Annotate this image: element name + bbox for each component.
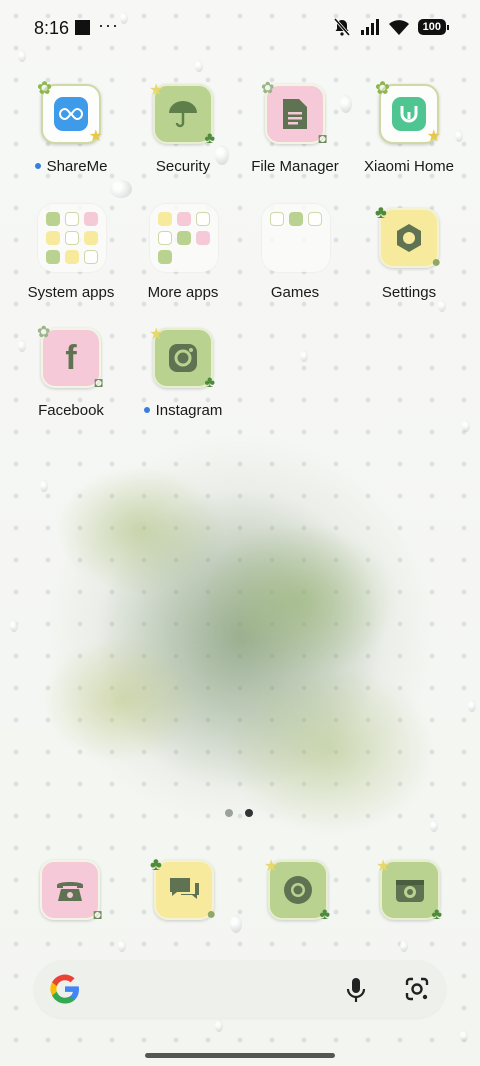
chrome-icon[interactable]: ★ ♣ <box>264 858 330 923</box>
star-decoration-icon: ★ <box>426 128 441 145</box>
star-decoration-icon: ★ <box>149 326 164 343</box>
app-label: Facebook <box>38 402 104 419</box>
clover-decoration-icon: ♣ <box>431 906 443 923</box>
battery-icon: 100 <box>417 19 450 35</box>
camera-decoration-icon: ◘ <box>93 906 102 922</box>
clock: 8:16 <box>34 18 70 38</box>
flower-decoration-icon: ✿ <box>261 80 275 97</box>
app-facebook[interactable]: f ✿ ◘ Facebook <box>16 324 126 438</box>
clover-decoration-icon: ♣ <box>150 854 162 874</box>
xiaomi-home-icon: ✿ ★ <box>375 78 441 145</box>
page-indicator[interactable] <box>225 809 253 817</box>
app-security[interactable]: ★ ♣ Security <box>128 82 238 194</box>
app-label: Security <box>155 158 211 175</box>
status-bar: 8:16 ··· 100 <box>0 0 480 56</box>
phone-icon[interactable]: ◘ <box>40 860 102 922</box>
wallpaper-clovers <box>0 380 480 880</box>
gear-icon: ♣ ● <box>375 202 441 271</box>
star-decoration-icon: ★ <box>149 82 164 99</box>
wifi-icon <box>388 20 409 35</box>
clover-decoration-icon: ♣ <box>319 906 331 923</box>
app-xiaomi-home[interactable]: ✿ ★ Xiaomi Home <box>354 78 464 194</box>
star-decoration-icon: ★ <box>264 858 279 875</box>
app-label: Instagram <box>155 402 223 419</box>
leaf-decoration-icon: ● <box>431 254 441 271</box>
app-file-manager[interactable]: ✿ ◘ File Manager <box>240 80 350 194</box>
app-label: Settings <box>381 284 437 301</box>
more-notifications-icon: ··· <box>98 15 119 35</box>
google-lens-icon[interactable] <box>404 976 430 1002</box>
bow-decoration-icon: ✿ <box>37 78 53 98</box>
folder-label: System apps <box>27 284 115 301</box>
camera-decoration-icon: ◘ <box>94 374 103 390</box>
clover-decoration-icon: ♣ <box>204 374 216 391</box>
camera-icon[interactable]: ★ ♣ <box>376 858 442 923</box>
app-label: ShareMe <box>46 158 108 175</box>
folder-games[interactable]: Games <box>240 204 350 314</box>
shareme-icon: ✿ ★ <box>37 78 103 145</box>
bow-decoration-icon: ✿ <box>375 78 391 98</box>
messages-icon[interactable]: ♣ ● <box>150 854 216 923</box>
clover-decoration-icon: ♣ <box>204 130 216 147</box>
folder-system-apps[interactable]: System apps <box>16 204 126 314</box>
gesture-navigation-bar[interactable] <box>145 1053 335 1058</box>
instagram-icon: ★ ♣ <box>149 326 215 391</box>
google-logo-icon <box>50 974 79 1004</box>
notification-icon <box>75 20 90 35</box>
app-label: Xiaomi Home <box>363 158 455 175</box>
folder-label: More apps <box>147 284 219 301</box>
page-dot-2[interactable] <box>245 809 253 817</box>
app-settings[interactable]: ♣ ● Settings <box>354 202 464 314</box>
folder-icon <box>38 204 106 272</box>
clover-decoration-icon: ♣ <box>375 202 387 222</box>
camera-decoration-icon: ◘ <box>318 130 327 146</box>
bell-muted-icon <box>333 18 350 36</box>
google-search-bar[interactable] <box>34 960 446 1018</box>
file-icon: ✿ ◘ <box>261 80 327 146</box>
page-dot-1[interactable] <box>225 809 233 817</box>
folder-icon <box>262 204 330 272</box>
folder-icon <box>150 204 218 272</box>
flower-decoration-icon: ✿ <box>37 324 51 341</box>
signal-icon <box>360 19 379 35</box>
new-dot <box>143 407 150 414</box>
app-instagram[interactable]: ★ ♣ Instagram <box>128 326 238 438</box>
app-shareme[interactable]: ✿ ★ ShareMe <box>16 78 126 194</box>
star-decoration-icon: ★ <box>88 128 103 145</box>
app-label: File Manager <box>251 158 339 175</box>
leaf-decoration-icon: ● <box>206 906 216 923</box>
microphone-icon[interactable] <box>344 976 368 1004</box>
facebook-icon: f ✿ ◘ <box>37 324 103 390</box>
umbrella-icon: ★ ♣ <box>149 82 215 147</box>
folder-more-apps[interactable]: More apps <box>128 204 238 314</box>
new-dot <box>34 163 41 170</box>
folder-label: Games <box>270 284 320 301</box>
star-decoration-icon: ★ <box>376 858 391 875</box>
